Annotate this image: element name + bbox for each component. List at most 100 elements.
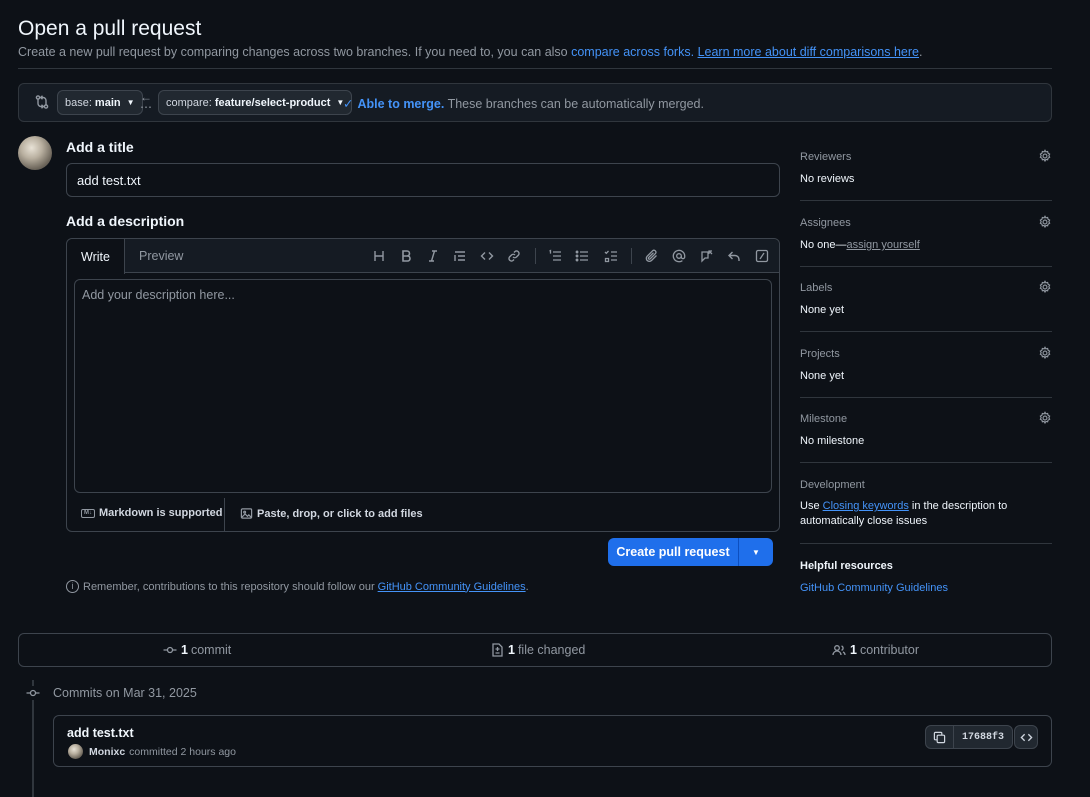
- toolbar-divider: [535, 248, 536, 264]
- mention-icon[interactable]: [670, 247, 688, 265]
- merge-detail-text: These branches can be automatically merg…: [447, 97, 704, 111]
- tab-write[interactable]: Write: [67, 239, 125, 274]
- commits-label: commit: [190, 643, 232, 657]
- closing-keywords-link[interactable]: Closing keywords: [823, 500, 909, 512]
- merge-status: ✓ Able to merge. These branches can be au…: [343, 96, 704, 111]
- projects-heading[interactable]: Projects: [800, 348, 1052, 360]
- reply-icon[interactable]: [725, 247, 743, 265]
- slash-command-icon[interactable]: [753, 247, 771, 265]
- assign-yourself-link[interactable]: assign yourself: [846, 239, 919, 251]
- sidebar-helpful-resources: Helpful resources GitHub Community Guide…: [800, 560, 1052, 594]
- gear-icon[interactable]: [1038, 346, 1052, 360]
- gear-icon[interactable]: [1038, 280, 1052, 294]
- editor-footer: M↓ Markdown is supported Paste, drop, or…: [67, 498, 779, 531]
- compare-branch-select[interactable]: compare: feature/select-product ▼: [158, 90, 353, 115]
- gear-icon[interactable]: [1038, 149, 1052, 163]
- commits-count: 1: [181, 643, 188, 657]
- code-browse-icon: [1019, 733, 1033, 741]
- compare-forks-link[interactable]: compare across forks.: [571, 45, 694, 59]
- compare-value: feature/select-product: [214, 96, 331, 109]
- description-editor: Write Preview Add your description here.…: [66, 238, 780, 532]
- browse-code-button[interactable]: [1014, 725, 1038, 749]
- commit-icon: [26, 686, 40, 700]
- base-branch-select[interactable]: base: main ▼: [57, 90, 143, 115]
- sidebar-divider: [800, 200, 1052, 201]
- markdown-note[interactable]: M↓ Markdown is supported: [81, 507, 222, 519]
- reviewers-heading[interactable]: Reviewers: [800, 151, 1052, 163]
- quote-icon[interactable]: [451, 247, 469, 265]
- create-options-dropdown[interactable]: ▼: [739, 538, 773, 566]
- code-icon[interactable]: [478, 247, 496, 265]
- description-label: Add a description: [66, 213, 185, 229]
- compare-label: compare:: [166, 96, 212, 109]
- attach-files-note[interactable]: Paste, drop, or click to add files: [240, 507, 423, 520]
- contributors-label: contributor: [859, 643, 920, 657]
- link-icon[interactable]: [505, 247, 523, 265]
- comparison-stats: 1 commit 1 file changed 1 contributor: [18, 633, 1052, 667]
- heading-icon[interactable]: [370, 247, 388, 265]
- projects-value: None yet: [800, 370, 845, 382]
- subtitle-text: Create a new pull request by comparing c…: [18, 45, 568, 59]
- title-input[interactable]: [66, 163, 780, 197]
- sidebar-divider: [800, 462, 1052, 463]
- arrow-left-icon: ← ⋯: [140, 90, 152, 114]
- remember-text: Remember, contributions to this reposito…: [83, 580, 375, 593]
- commits-stat[interactable]: 1 commit: [163, 643, 231, 657]
- assignees-heading[interactable]: Assignees: [800, 217, 1052, 229]
- description-textarea[interactable]: [74, 279, 772, 493]
- milestone-heading[interactable]: Milestone: [800, 413, 1052, 425]
- commit-meta: Monixc committed 2 hours ago: [68, 744, 236, 759]
- avatar[interactable]: [68, 744, 83, 759]
- commits-date-heading: Commits on Mar 31, 2025: [53, 686, 197, 700]
- remember-suffix: .: [525, 580, 529, 593]
- community-guidelines-link[interactable]: GitHub Community Guidelines: [378, 581, 526, 593]
- reviewers-value: No reviews: [800, 173, 855, 185]
- assignees-text: No one—: [800, 239, 847, 251]
- contribution-notice: i Remember, contributions to this reposi…: [66, 580, 529, 593]
- file-diff-icon: [492, 643, 503, 657]
- development-value: Use Closing keywords in the description …: [800, 499, 1010, 529]
- sidebar-milestone: Milestone No milestone: [800, 411, 1052, 447]
- commit-title[interactable]: add test.txt: [67, 726, 134, 740]
- people-icon: [832, 645, 846, 656]
- ordered-list-icon[interactable]: [546, 247, 564, 265]
- commit-sha-group: 17688f3: [925, 725, 1014, 749]
- labels-value: None yet: [800, 304, 845, 316]
- helpful-guidelines-link[interactable]: GitHub Community Guidelines: [800, 582, 1052, 594]
- gear-icon[interactable]: [1038, 215, 1052, 229]
- base-value: main: [94, 96, 121, 109]
- labels-heading[interactable]: Labels: [800, 282, 1052, 294]
- copy-sha-button[interactable]: [926, 726, 954, 748]
- gear-icon[interactable]: [1038, 411, 1052, 425]
- commit-author[interactable]: Monixc: [89, 746, 125, 758]
- contributors-count: 1: [850, 643, 857, 657]
- unordered-list-icon[interactable]: [573, 247, 591, 265]
- chevron-down-icon: ▼: [752, 547, 760, 557]
- chevron-down-icon: ▼: [126, 98, 135, 107]
- sidebar-divider: [800, 543, 1052, 544]
- git-compare-icon: [35, 95, 49, 109]
- editor-toolbar: Write Preview: [67, 239, 779, 274]
- helpful-heading: Helpful resources: [800, 560, 893, 572]
- development-prefix: Use: [800, 500, 820, 512]
- tab-preview[interactable]: Preview: [125, 239, 197, 273]
- commit-sha-link[interactable]: 17688f3: [954, 726, 1012, 748]
- learn-more-link[interactable]: Learn more about diff comparisons here: [698, 45, 919, 59]
- commit-icon: [163, 646, 177, 654]
- sidebar-labels: Labels None yet: [800, 280, 1052, 316]
- markdown-note-text: Markdown is supported: [99, 507, 223, 519]
- check-icon: ✓: [343, 97, 354, 111]
- footer-divider: [224, 498, 225, 531]
- cross-reference-icon[interactable]: [698, 247, 716, 265]
- create-pull-request-group: Create pull request ▼: [608, 538, 773, 566]
- contributors-stat[interactable]: 1 contributor: [832, 643, 919, 657]
- create-pull-request-button[interactable]: Create pull request: [608, 538, 739, 566]
- task-list-icon[interactable]: [602, 247, 620, 265]
- info-icon: i: [66, 580, 79, 593]
- branch-compare-bar: base: main ▼ ← ⋯ compare: feature/select-…: [18, 83, 1052, 122]
- bold-icon[interactable]: [397, 247, 415, 265]
- files-stat[interactable]: 1 file changed: [490, 643, 585, 657]
- italic-icon[interactable]: [424, 247, 442, 265]
- paperclip-icon[interactable]: [643, 247, 661, 265]
- avatar: [18, 136, 52, 170]
